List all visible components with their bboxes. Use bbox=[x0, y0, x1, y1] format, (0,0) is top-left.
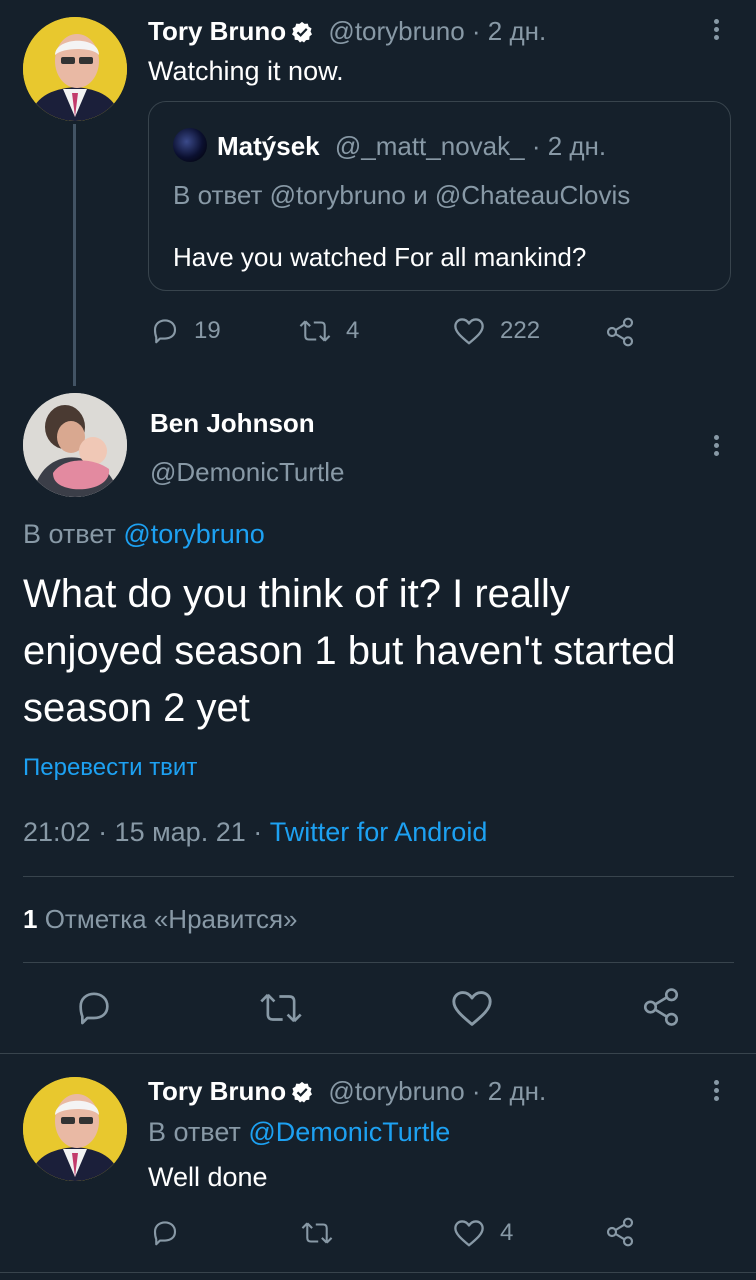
tweet-text: Well done bbox=[148, 1162, 268, 1192]
reply-button[interactable] bbox=[150, 1218, 194, 1248]
divider bbox=[0, 1272, 756, 1273]
avatar-tory-bruno[interactable] bbox=[23, 17, 127, 121]
author-handle[interactable]: @torybruno bbox=[328, 16, 464, 46]
quoted-avatar bbox=[173, 128, 207, 162]
retweet-button[interactable] bbox=[258, 988, 304, 1033]
reply-button[interactable] bbox=[74, 988, 114, 1033]
heart-icon bbox=[452, 991, 492, 1026]
author-handle[interactable]: @DemonicTurtle bbox=[150, 457, 344, 488]
verified-badge-icon bbox=[292, 21, 313, 43]
quoted-header: Matýsek @_matt_novak_ · 2 дн. bbox=[173, 128, 606, 162]
timestamp: 21:02 · 15 мар. 21 · bbox=[23, 817, 263, 847]
reply-handle-link[interactable]: @torybruno bbox=[123, 519, 264, 549]
divider bbox=[0, 1053, 756, 1054]
retweet-icon bbox=[301, 1222, 333, 1244]
author-name[interactable]: Tory Bruno bbox=[148, 16, 286, 46]
quoted-author-handle: @_matt_novak_ bbox=[334, 131, 525, 161]
verified-badge-icon bbox=[292, 1081, 313, 1103]
like-count: 4 bbox=[500, 1219, 514, 1246]
author-name[interactable]: Tory Bruno bbox=[148, 1076, 286, 1106]
share-button[interactable] bbox=[604, 316, 650, 348]
reply-context: В ответ @DemonicTurtle bbox=[148, 1117, 450, 1148]
author-handle[interactable]: @torybruno bbox=[328, 1076, 464, 1106]
tweet-time[interactable]: · 2 дн. bbox=[472, 1076, 546, 1106]
more-options-icon[interactable] bbox=[712, 1077, 720, 1104]
reply-count: 19 bbox=[194, 317, 221, 344]
likes-label: Отметка «Нравится» bbox=[44, 904, 298, 934]
heart-icon bbox=[454, 318, 484, 345]
retweet-count: 4 bbox=[346, 317, 360, 344]
client-link[interactable]: Twitter for Android bbox=[270, 817, 488, 847]
reply-icon bbox=[79, 992, 109, 1025]
tweet-header: Tory Bruno @torybruno · 2 дн. bbox=[148, 16, 546, 47]
author-name[interactable]: Ben Johnson bbox=[150, 408, 315, 439]
reply-context: В ответ @torybruno bbox=[23, 519, 265, 550]
reply-icon bbox=[153, 1221, 177, 1246]
retweet-icon bbox=[299, 320, 331, 342]
reply-button[interactable]: 19 bbox=[150, 316, 221, 346]
quoted-time: · 2 дн. bbox=[531, 131, 607, 161]
retweet-button[interactable]: 4 bbox=[298, 316, 359, 346]
translate-link[interactable]: Перевести твит bbox=[23, 754, 197, 782]
like-button[interactable]: 4 bbox=[452, 1218, 513, 1248]
reply-handle-link[interactable]: @DemonicTurtle bbox=[248, 1117, 450, 1147]
quoted-tweet[interactable]: Matýsek @_matt_novak_ · 2 дн. В ответ @t… bbox=[148, 101, 731, 291]
likes-count: 1 bbox=[23, 904, 38, 934]
retweet-button[interactable] bbox=[300, 1218, 348, 1248]
share-icon bbox=[643, 988, 679, 1026]
like-button[interactable] bbox=[450, 988, 494, 1033]
more-options-icon[interactable] bbox=[712, 16, 720, 43]
share-icon bbox=[606, 1217, 634, 1247]
retweet-icon bbox=[260, 993, 302, 1023]
tweet-text: Watching it now. bbox=[148, 56, 344, 86]
reply-prefix: В ответ bbox=[23, 519, 116, 549]
tweet-meta: 21:02 · 15 мар. 21 · Twitter for Android bbox=[23, 817, 487, 848]
quoted-text: Have you watched For all mankind? bbox=[173, 242, 587, 272]
reply-prefix: В ответ bbox=[148, 1117, 241, 1147]
avatar-tory-bruno[interactable] bbox=[23, 1077, 127, 1181]
share-icon bbox=[606, 317, 634, 347]
likes-summary[interactable]: 1 Отметка «Нравится» bbox=[23, 904, 298, 935]
tweet-header: Tory Bruno @torybruno · 2 дн. bbox=[148, 1076, 546, 1107]
thread-line bbox=[73, 124, 76, 386]
tweet-time[interactable]: · 2 дн. bbox=[472, 16, 546, 46]
quoted-reply-to: В ответ @torybruno и @ChateauClovis bbox=[173, 180, 631, 210]
tweet-text: What do you think of it? I really enjoye… bbox=[23, 572, 676, 730]
share-button[interactable] bbox=[604, 1216, 650, 1248]
divider bbox=[23, 962, 734, 963]
heart-icon bbox=[454, 1220, 484, 1247]
like-button[interactable]: 222 bbox=[452, 316, 540, 346]
like-count: 222 bbox=[500, 317, 541, 344]
avatar-ben-johnson[interactable] bbox=[23, 393, 127, 497]
more-options-icon[interactable] bbox=[712, 432, 720, 459]
divider bbox=[23, 876, 734, 877]
reply-icon bbox=[153, 319, 177, 344]
share-button[interactable] bbox=[640, 986, 682, 1033]
quoted-author-name: Matýsek bbox=[217, 131, 320, 161]
